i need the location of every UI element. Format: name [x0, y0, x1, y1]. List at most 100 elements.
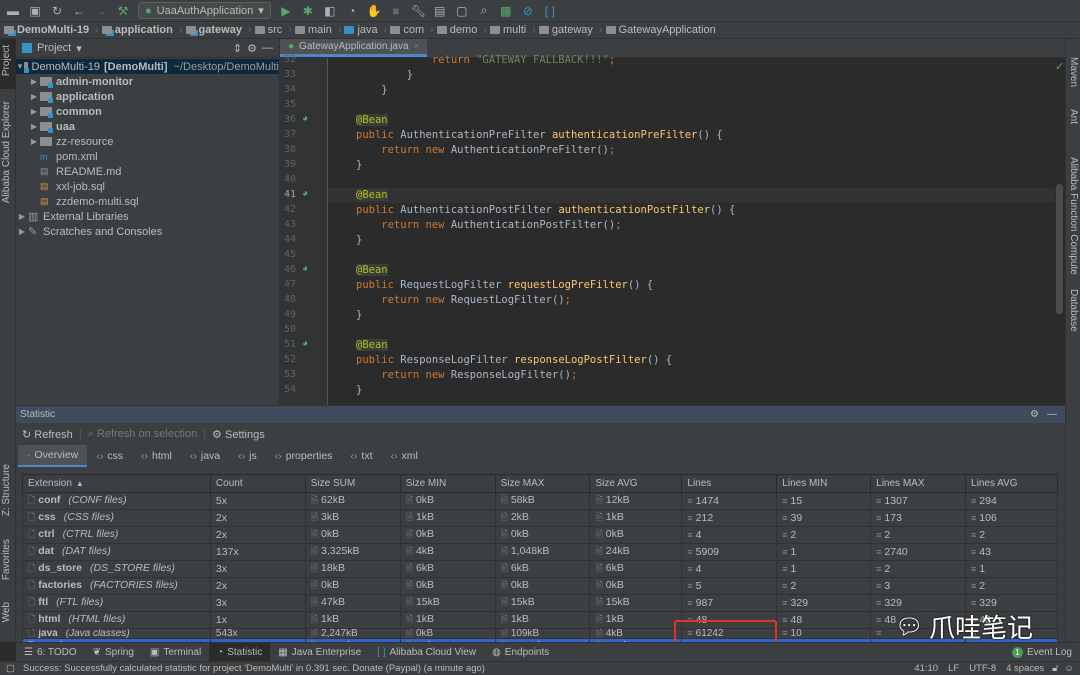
column-header[interactable]: Lines MIN: [776, 474, 872, 493]
tree-item[interactable]: ▤ README.md: [16, 164, 279, 179]
minimize-icon[interactable]: —: [262, 42, 273, 54]
code-line[interactable]: public RequestLogFilter requestLogPreFil…: [356, 278, 653, 293]
file-encoding[interactable]: UTF-8: [969, 663, 996, 674]
gear-icon[interactable]: ⚙: [247, 42, 257, 55]
spring-bean-gutter-icon[interactable]: ◕: [302, 188, 308, 199]
expand-arrow-icon[interactable]: ▶: [28, 122, 40, 131]
code-line[interactable]: public ResponseLogFilter responseLogPost…: [356, 353, 672, 368]
open-icon[interactable]: ▬: [6, 4, 20, 18]
table-row[interactable]: 🗋︎ ds_store (DS_STORE files) 3x 🗎︎ 18kB 🗎︎ 6kB 🗎…: [22, 560, 1058, 578]
tree-item[interactable]: ▤ xxl-job.sql: [16, 179, 279, 194]
chevron-down-icon[interactable]: ▾: [76, 42, 82, 55]
forward-icon[interactable]: →: [94, 4, 108, 18]
lock-icon[interactable]: 🔓︎: [1052, 663, 1058, 674]
disable-icon[interactable]: ⊘: [521, 4, 535, 18]
table-row[interactable]: 🗋︎ dat (DAT files) 137x 🗎︎ 3,325kB 🗎︎ 4kB 🗎︎ 1,04…: [22, 543, 1058, 561]
table-row[interactable]: 🗋︎ conf (CONF files) 5x 🗎︎ 62kB 🗎︎ 0kB 🗎︎ 58kB 🗎︎ 1…: [22, 492, 1058, 510]
project-structure-icon[interactable]: ▤: [433, 4, 447, 18]
settings-wrench-icon[interactable]: 🔧︎: [411, 4, 426, 18]
breadcrumb-item[interactable]: java: [344, 24, 378, 36]
expand-arrow-icon[interactable]: ▶: [28, 137, 40, 146]
code-line[interactable]: return new RequestLogFilter();: [356, 293, 571, 308]
code-line[interactable]: }: [356, 68, 413, 83]
toggle-tool-windows-icon[interactable]: ▢: [6, 663, 15, 674]
tree-item[interactable]: ▶ common: [16, 104, 279, 119]
breadcrumb-item[interactable]: demo: [436, 24, 477, 36]
code-editor[interactable]: ● GatewayApplication.java × 32 33 34 35 36 ◕ 37 3…: [280, 39, 1065, 405]
column-header[interactable]: Size SUM: [304, 474, 401, 493]
tree-item[interactable]: ▶ admin-monitor: [16, 74, 279, 89]
event-log-button[interactable]: 1 Event Log: [1011, 646, 1072, 658]
gear-icon[interactable]: ⚙: [1030, 409, 1039, 420]
project-view-select[interactable]: Project: [37, 42, 71, 54]
bottom-tab-4[interactable]: ▦ Java Enterprise: [270, 643, 369, 662]
line-separator[interactable]: LF: [948, 663, 959, 674]
breadcrumb-item[interactable]: multi: [490, 24, 526, 36]
bottom-tab-0[interactable]: ☰ 6: TODO: [16, 643, 85, 662]
database-tool-button[interactable]: Database: [1068, 289, 1079, 332]
column-header[interactable]: Size MIN: [399, 474, 496, 493]
code-line[interactable]: return "GATEWAY FALLBACK!!!";: [356, 53, 615, 68]
tab-txt[interactable]: ‹› txt: [341, 445, 381, 467]
spring-bean-gutter-icon[interactable]: ◕: [302, 263, 308, 274]
build-hammer-icon[interactable]: ⚒: [116, 4, 130, 18]
breadcrumb-item[interactable]: DemoMulti-19: [4, 24, 89, 36]
code-line[interactable]: return new ResponseLogFilter();: [356, 368, 577, 383]
breadcrumb-item[interactable]: gateway: [185, 24, 242, 36]
code-line[interactable]: return new AuthenticationPreFilter();: [356, 143, 615, 158]
refresh-button[interactable]: ↻ Refresh: [22, 428, 73, 441]
breadcrumb-item[interactable]: main: [294, 24, 332, 36]
save-icon[interactable]: ▣: [28, 4, 42, 18]
table-row[interactable]: 🗋︎ ctrl (CTRL files) 2x 🗎︎ 0kB 🗎︎ 0kB 🗎︎ 0kB 🗎︎ 0kB…: [22, 526, 1058, 544]
column-header[interactable]: Size MAX: [494, 474, 591, 493]
code-line[interactable]: public AuthenticationPostFilter authenti…: [356, 203, 735, 218]
alibaba-cloud-icon[interactable]: [ ]: [543, 4, 557, 18]
tab-Overview[interactable]: · Overview: [18, 445, 88, 467]
expand-arrow-icon[interactable]: ▶: [28, 77, 40, 86]
expand-arrow-icon[interactable]: ▶: [16, 227, 28, 236]
stop-icon[interactable]: ■: [389, 4, 403, 18]
code-line[interactable]: @Bean: [356, 338, 388, 353]
status-message[interactable]: Success: Successfully calculated statist…: [23, 663, 485, 674]
expand-arrow-icon[interactable]: ▶: [16, 212, 28, 221]
code-line[interactable]: }: [356, 308, 362, 323]
favorites-tool-button[interactable]: Favorites: [1, 539, 12, 580]
run-configuration-select[interactable]: ● UaaAuthApplication ▾: [138, 2, 271, 19]
tree-item[interactable]: ▶ ✎ Scratches and Consoles: [16, 224, 279, 239]
caret-position[interactable]: 41:10: [914, 663, 938, 674]
minimize-icon[interactable]: —: [1047, 409, 1057, 420]
breadcrumb-item[interactable]: application: [101, 24, 173, 36]
breadcrumb-item[interactable]: com: [390, 24, 424, 36]
run-icon[interactable]: ▶: [279, 4, 293, 18]
breadcrumb-item[interactable]: gateway: [538, 24, 593, 36]
spring-bean-gutter-icon[interactable]: ◕: [302, 338, 308, 349]
breadcrumb-item[interactable]: GatewayApplication: [605, 24, 716, 36]
profile-icon[interactable]: ◔: [345, 4, 359, 18]
web-tool-button[interactable]: Web: [1, 602, 12, 622]
table-row[interactable]: 🗋︎ css (CSS files) 2x 🗎︎ 3kB 🗎︎ 1kB 🗎︎ 2kB 🗎︎ 1kB ≡ 2…: [22, 509, 1058, 527]
attach-icon[interactable]: ✋: [367, 4, 382, 18]
cloud-explorer-tool-button[interactable]: Alibaba Cloud Explorer: [1, 101, 12, 203]
table-row[interactable]: 🗋︎ factories (FACTORIES files) 2x 🗎︎ 0kB 🗎︎ 0kB…: [22, 577, 1058, 595]
spring-bean-gutter-icon[interactable]: ◕: [302, 113, 308, 124]
expand-arrow-icon[interactable]: ▶: [28, 92, 40, 101]
column-header[interactable]: Extension ▲: [22, 474, 211, 493]
tree-item[interactable]: ▤ zzdemo-multi.sql: [16, 194, 279, 209]
tree-item[interactable]: ▶ application: [16, 89, 279, 104]
tab-java[interactable]: ‹› java: [181, 445, 229, 467]
code-line[interactable]: }: [356, 383, 362, 398]
debug-icon[interactable]: ✱: [301, 4, 315, 18]
column-header[interactable]: Lines MAX: [870, 474, 967, 493]
bottom-tab-3[interactable]: ◔ Statistic: [209, 642, 271, 662]
tab-js[interactable]: ‹› js: [229, 445, 266, 467]
breadcrumb-item[interactable]: src: [254, 24, 282, 36]
ant-tool-button[interactable]: Ant: [1068, 109, 1079, 124]
code-line[interactable]: @Bean: [356, 263, 388, 278]
search-icon[interactable]: ⌕: [477, 3, 491, 18]
tab-xml[interactable]: ‹› xml: [382, 445, 427, 467]
bottom-tab-5[interactable]: [ ] Alibaba Cloud View: [369, 643, 484, 662]
maven-tool-button[interactable]: Maven: [1068, 57, 1079, 87]
code-line[interactable]: @Bean: [356, 188, 388, 203]
coverage-icon[interactable]: ◧: [323, 4, 337, 18]
terminal-icon[interactable]: ▢: [455, 4, 469, 18]
